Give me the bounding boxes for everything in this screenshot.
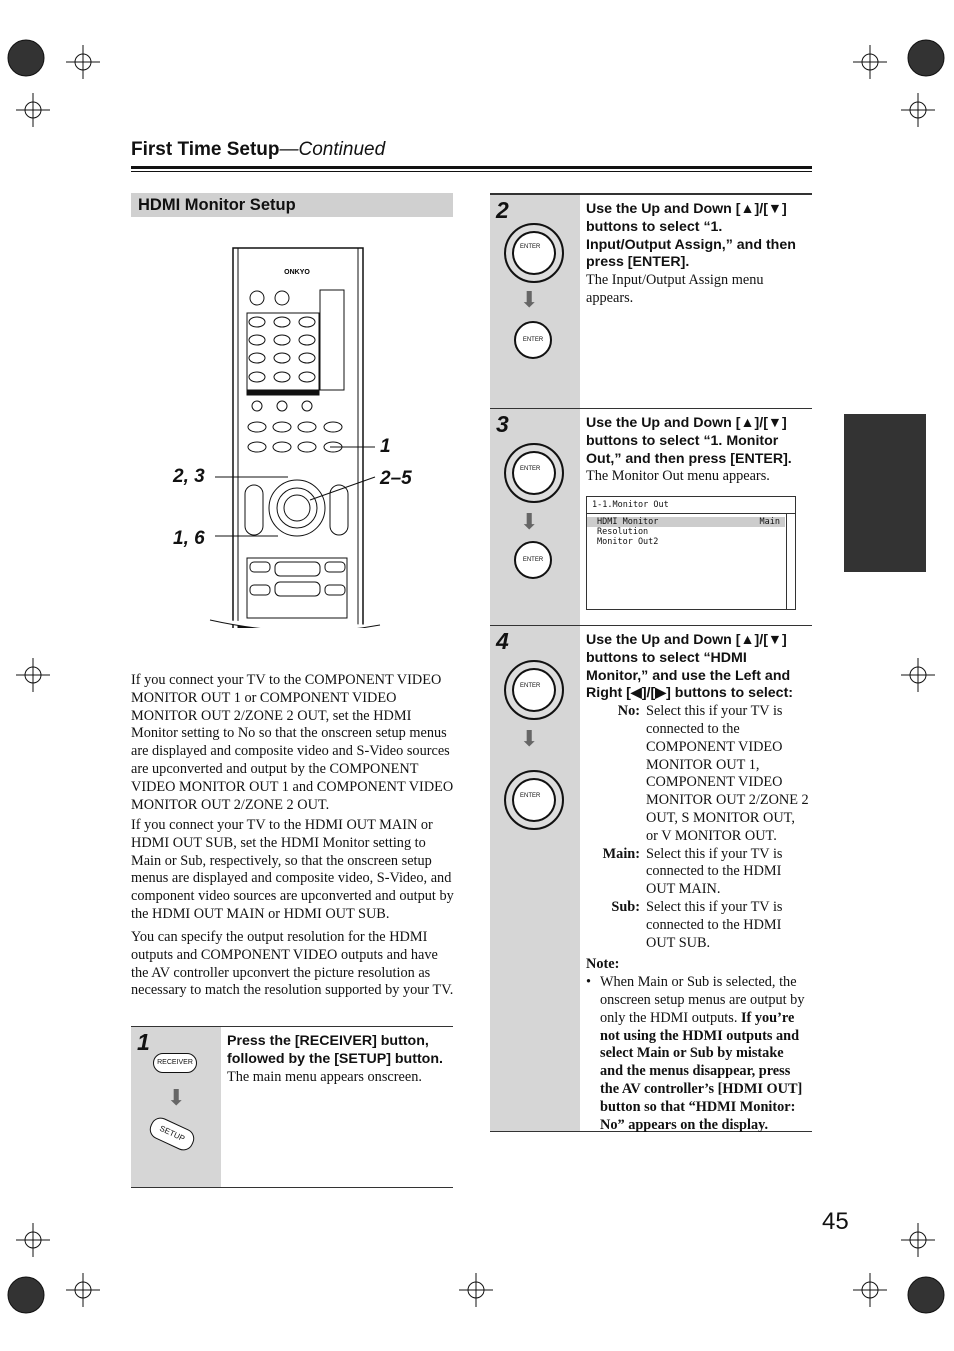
down-arrow-icon: ⬇ <box>520 287 539 312</box>
option-desc: Select this if your TV is connected to t… <box>646 845 783 898</box>
note-warning: If you’re not using the HDMI outputs and… <box>600 1009 803 1133</box>
enter-button: ENTER <box>520 244 541 250</box>
header-rule <box>131 166 812 169</box>
step-instruction: Use the Up and Down [▲]/[▼] buttons to s… <box>586 201 796 271</box>
screen-scrollbar <box>786 514 787 610</box>
note: • When Main or Sub is selected, the onscr… <box>586 974 805 1133</box>
screen-item-monitor-out2: Monitor Out2 <box>587 537 785 547</box>
receiver-button: RECEIVER <box>153 1053 197 1073</box>
step-number: 2 <box>496 197 509 223</box>
down-arrow-icon: ⬇ <box>167 1085 186 1110</box>
enter-button: ENTER <box>520 466 541 472</box>
setup-button: SETUP <box>146 1114 198 1154</box>
step-4: ENTER ⬇ ENTER 4 Use the Up and Down [▲]/… <box>490 625 812 1133</box>
enter-button-press: ENTER <box>514 541 552 579</box>
section-title: HDMI Monitor Setup <box>131 193 453 217</box>
remote-logo: ONKYO <box>284 269 310 276</box>
running-header: First Time Setup—Continued <box>131 139 385 161</box>
callout-1: 1 <box>380 436 391 457</box>
enter-button: ENTER <box>520 683 541 689</box>
option-key: No: <box>617 703 640 720</box>
enter-button-press: ENTER <box>514 321 552 359</box>
page-number: 45 <box>822 1208 849 1235</box>
option-key: Sub: <box>611 898 640 915</box>
option-main: Main: Select this if your TV is connected… <box>586 846 810 899</box>
step-2: ENTER ⬇ ENTER 2 Use the Up and Down [▲]/… <box>490 193 812 410</box>
step-3: ENTER ⬇ ENTER 3 Use the Up and Down [▲]/… <box>490 408 812 626</box>
header-continued: —Continued <box>279 139 386 160</box>
step-1: RECEIVER ⬇ SETUP 1 Press the [RECEIVER] … <box>131 1026 453 1188</box>
step-illustration: ENTER ⬇ ENTER <box>490 195 580 410</box>
step-result: The main menu appears onscreen. <box>227 1068 422 1085</box>
step-illustration: ENTER ⬇ ENTER <box>490 626 580 1131</box>
step-result: The Input/Output Assign menu appears. <box>586 272 764 306</box>
item-label: HDMI Monitor <box>597 517 659 528</box>
screen-item-resolution: Resolution <box>587 527 785 537</box>
step-number: 4 <box>496 628 509 654</box>
chapter-tab <box>844 414 926 572</box>
callout-1-6: 1, 6 <box>173 528 205 549</box>
item-label: Monitor Out2 <box>597 537 659 548</box>
screen-item-hdmi-monitor: HDMI Monitor Main <box>587 517 785 528</box>
note-label: Note: <box>586 956 620 973</box>
option-no: No: Select this if your TV is connected t… <box>586 703 810 845</box>
item-value: Main <box>759 517 780 528</box>
header-title: First Time Setup <box>131 139 280 160</box>
step-instruction: Press the [RECEIVER] button, followed by… <box>227 1033 443 1067</box>
step-instruction: Use the Up and Down [▲]/[▼] buttons to s… <box>586 632 794 702</box>
option-desc: Select this if your TV is connected to t… <box>646 898 783 951</box>
step-number: 3 <box>496 411 509 437</box>
down-arrow-icon: ⬇ <box>520 726 539 751</box>
paragraph-2: If you connect your TV to the HDMI OUT M… <box>131 817 454 922</box>
monitor-out-screen: 1-1.Monitor Out HDMI Monitor Main Resolut… <box>586 496 796 611</box>
step-number: 1 <box>137 1029 150 1055</box>
callout-2-5: 2–5 <box>380 468 412 489</box>
paragraph-3: You can specify the output resolution fo… <box>131 929 454 999</box>
option-sub: Sub: Select this if your TV is connected … <box>586 899 810 952</box>
step-instruction: Use the Up and Down [▲]/[▼] buttons to s… <box>586 415 792 467</box>
step-illustration: ENTER ⬇ ENTER <box>490 409 580 626</box>
header-rule-thin <box>131 171 812 172</box>
step-result: The Monitor Out menu appears. <box>586 468 770 485</box>
paragraph-1: If you connect your TV to the COMPONENT … <box>131 672 454 813</box>
manual-page: First Time Setup—Continued HDMI Monitor … <box>0 0 954 1351</box>
enter-button-2: ENTER <box>520 793 541 799</box>
option-key: Main: <box>602 845 640 862</box>
screen-title: 1-1.Monitor Out <box>587 497 795 515</box>
item-label: Resolution <box>597 527 649 538</box>
callout-2-3: 2, 3 <box>173 466 205 487</box>
option-desc: Select this if your TV is connected to t… <box>646 703 809 844</box>
down-arrow-icon: ⬇ <box>520 509 539 534</box>
